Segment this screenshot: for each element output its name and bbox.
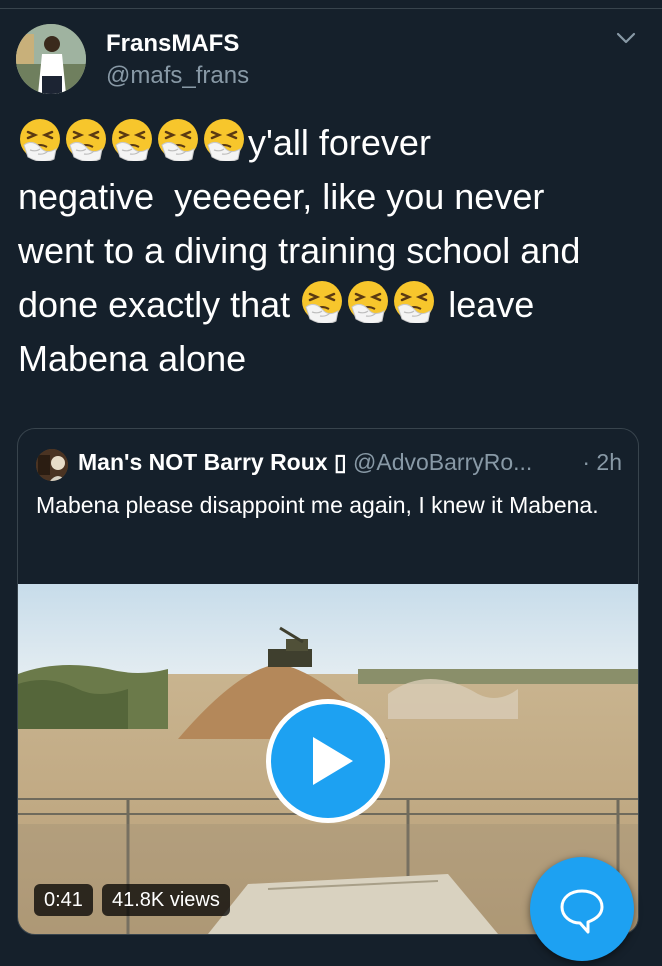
quoted-name-suffix: ▯ <box>333 449 347 475</box>
sneezing-face-icon <box>202 117 246 161</box>
video-duration-badge: 0:41 <box>34 884 93 916</box>
sneezing-face-icon <box>18 117 62 161</box>
sneezing-face-icon <box>110 117 154 161</box>
sneezing-face-icon <box>346 279 390 323</box>
play-icon <box>313 737 353 785</box>
tweet-text: y'all forever negative yeeeeer, like you… <box>18 116 648 386</box>
tweet-text-line-3: went to a diving training school and <box>18 230 581 271</box>
compose-reply-button[interactable] <box>530 857 634 961</box>
compose-reply-icon <box>560 889 604 934</box>
tweet-text-line-4a: done exactly that <box>18 284 291 325</box>
play-button[interactable] <box>266 699 390 823</box>
tweet-text-line-4b: leave <box>448 284 535 325</box>
tweet-text-line-1: y'all forever <box>248 122 431 163</box>
quoted-avatar[interactable] <box>36 449 68 481</box>
avatar[interactable] <box>16 24 86 94</box>
sneezing-face-icon <box>392 279 436 323</box>
quoted-author-name[interactable]: Man's NOT Barry Roux <box>78 449 328 475</box>
author-handle[interactable]: @mafs_frans <box>106 62 249 90</box>
video-views-badge: 41.8K views <box>102 884 230 916</box>
chevron-down-icon[interactable] <box>612 24 640 52</box>
sneezing-face-icon <box>300 279 344 323</box>
author-name[interactable]: FransMAFS <box>106 30 239 58</box>
quoted-text: Mabena please disappoint me again, I kne… <box>36 492 599 518</box>
quoted-timestamp: · 2h <box>582 449 622 475</box>
top-divider <box>0 8 662 9</box>
sneezing-face-icon <box>64 117 108 161</box>
tweet-text-line-5: Mabena alone <box>18 338 247 379</box>
quoted-author-handle[interactable]: @AdvoBarryRo... <box>353 449 532 475</box>
sneezing-face-icon <box>156 117 200 161</box>
quoted-header: Man's NOT Barry Roux ▯ @AdvoBarryRo... <box>78 449 532 476</box>
tweet-text-line-2: negative yeeeeer, like you never <box>18 176 545 217</box>
